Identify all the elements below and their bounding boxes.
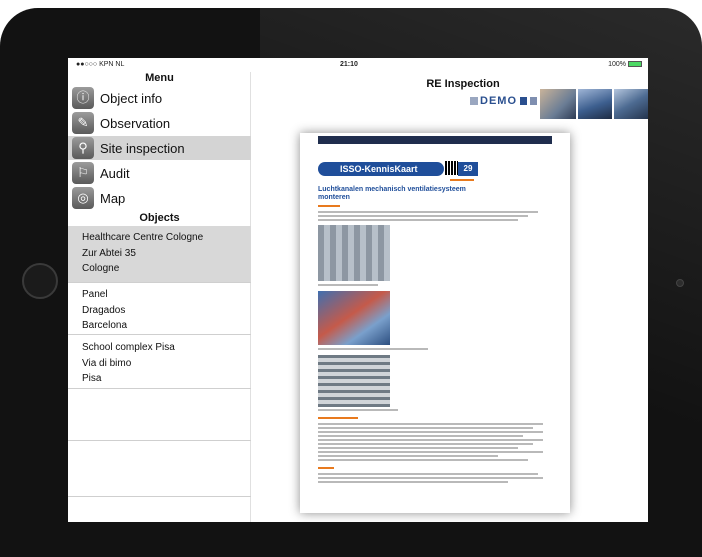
home-button[interactable] [22,263,58,299]
document-photo-ducts [318,225,390,281]
document-text-line [318,439,543,441]
menu-item-object-info[interactable]: ⓘ Object info [68,86,251,110]
menu-item-label: Audit [100,166,130,181]
menu-title: Menu [145,72,174,84]
pencil-icon: ✎ [72,112,94,134]
document-text-line [318,215,528,217]
document-photo-insulation [318,291,390,345]
object-divider [68,440,251,441]
map-icon: ◎ [72,187,94,209]
banner-photo-people [540,89,576,119]
battery-icon [628,61,642,68]
document-text-line [318,451,543,453]
document-text-line [318,455,498,457]
document-text-line [318,443,533,445]
document-text-line [318,423,543,425]
document-preview[interactable]: ISSO-KennisKaart 29 Luchtkanalen mechani… [300,133,570,513]
document-text-line [318,211,538,213]
object-street: Dragados [82,304,126,316]
banner-photo-building [578,89,612,119]
document-text-line [318,473,538,475]
document-text-line [318,427,533,429]
carrier-label: ●●○○○ KPN NL [76,61,125,68]
menu-item-label: Object info [100,91,163,106]
object-name: Panel [82,289,108,300]
object-divider [68,334,251,335]
objects-title: Objects [139,212,180,224]
object-street: Zur Abtei 35 [82,247,136,259]
banner-block [520,97,527,105]
sidebar: Menu ⓘ Object info ✎ Observation ⚲ Site … [68,72,251,522]
menu-item-label: Observation [100,116,171,131]
menu-item-site-inspection[interactable]: ⚲ Site inspection [68,136,251,160]
object-street: Via di bimo [82,357,132,369]
object-item-school-complex-pisa[interactable]: School complex Pisa Via di bimo Pisa [68,336,251,386]
document-accent [318,417,358,419]
stage: ●●○○○ KPN NL 21:10 100% Menu ⓘ Object in… [0,0,702,557]
qr-code-icon [445,161,458,175]
menu-item-label: Map [100,191,126,206]
banner-block [530,97,537,105]
status-bar: ●●○○○ KPN NL 21:10 100% [68,58,648,72]
document-accent [450,179,474,181]
menu-item-map[interactable]: ◎ Map [68,186,251,210]
camera-icon [676,279,684,287]
document-text-line [318,219,518,221]
magnifier-icon: ⚲ [72,137,94,159]
demo-banner: DEMO [470,89,648,119]
document-text-line [318,481,508,483]
object-city: Pisa [82,373,102,384]
object-name: School complex Pisa [82,342,175,353]
document-caption [318,284,378,286]
document-topbar [318,136,552,144]
document-number: 29 [458,162,478,176]
document-text-line [318,477,543,479]
document-accent [318,467,334,469]
document-title: Luchtkanalen mechanisch ventilatiesystee… [318,186,466,201]
document-text-line [318,431,543,433]
audit-icon: ⚐ [72,162,94,184]
battery-label: 100% [608,61,626,68]
object-item-panel[interactable]: Panel Dragados Barcelona [68,283,251,333]
object-divider [68,388,251,389]
document-header: ISSO-KennisKaart [318,162,444,176]
clock: 21:10 [340,61,358,68]
document-accent [318,205,340,207]
document-header-label: ISSO-KennisKaart [340,164,418,174]
document-text-line [318,435,523,437]
banner-text: DEMO [480,95,517,107]
object-city: Cologne [82,263,120,274]
document-text-line [318,459,528,461]
banner-photo-tower [614,89,648,119]
document-text-line [318,447,518,449]
document-photo-ceiling [318,355,390,407]
app-screen: ●●○○○ KPN NL 21:10 100% Menu ⓘ Object in… [68,58,648,522]
menu-item-observation[interactable]: ✎ Observation [68,111,251,135]
object-item-healthcare-centre-cologne[interactable]: Healthcare Centre Cologne Zur Abtei 35 C… [68,226,251,282]
object-city: Barcelona [82,320,128,331]
document-caption [318,348,428,350]
menu-item-label: Site inspection [100,141,185,156]
object-info-icon: ⓘ [72,87,94,109]
banner-block [470,97,478,105]
document-caption [318,409,398,411]
object-divider [68,496,251,497]
battery-indicator: 100% [608,61,642,68]
object-name: Healthcare Centre Cologne [82,232,204,243]
menu-item-audit[interactable]: ⚐ Audit [68,161,251,185]
